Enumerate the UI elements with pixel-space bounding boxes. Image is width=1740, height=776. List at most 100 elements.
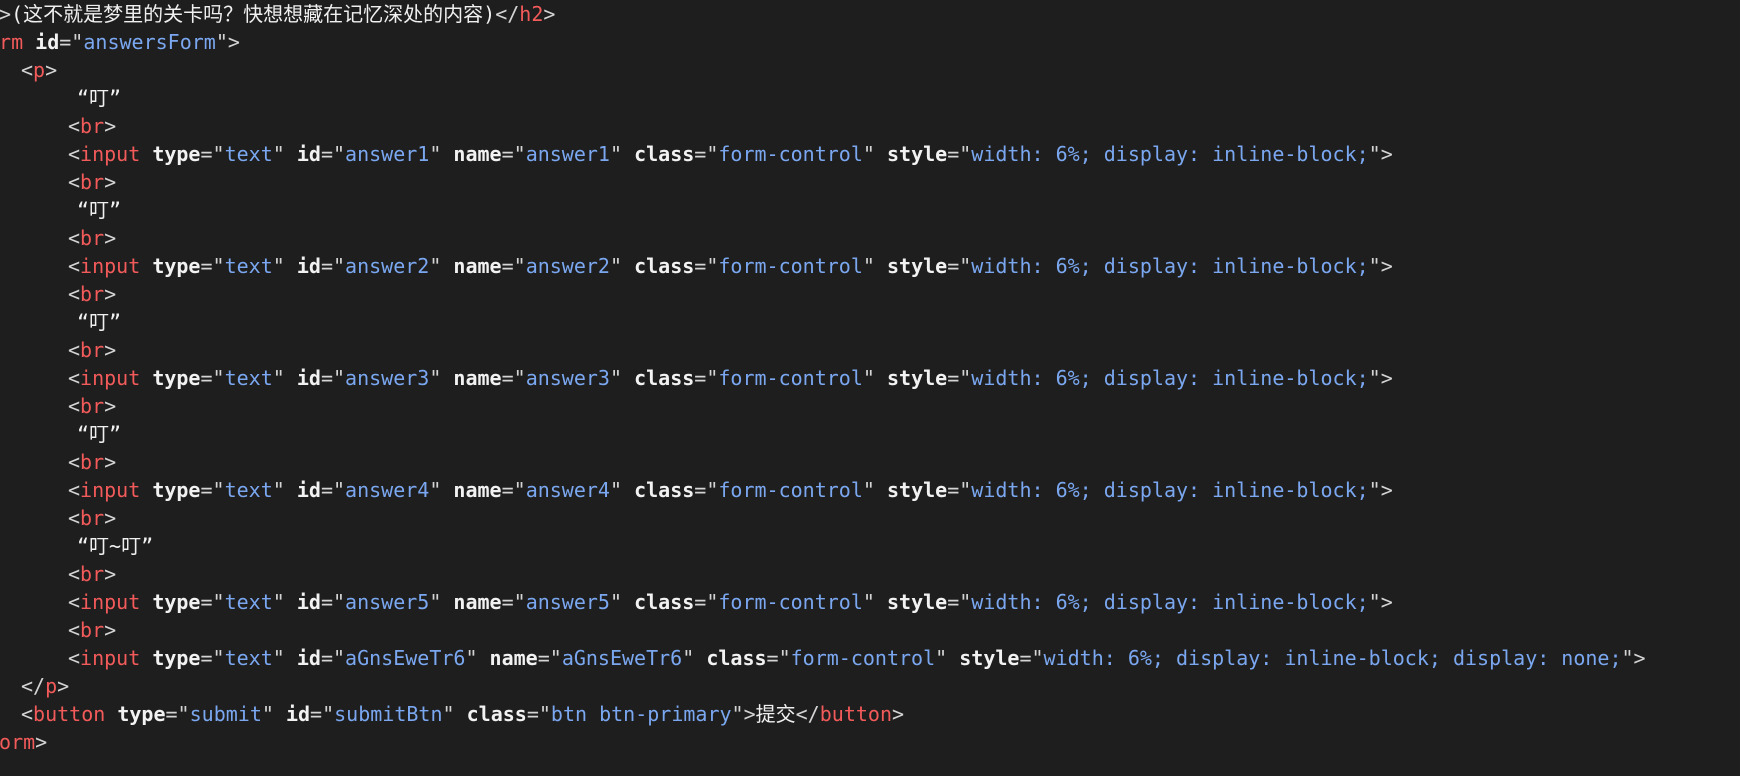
code-line-prompt: “叮” — [0, 308, 1740, 336]
input-id-value: answer5 — [345, 590, 430, 614]
attr-type: type — [152, 590, 201, 614]
attr-style: style — [886, 254, 948, 278]
attr-style: style — [886, 478, 948, 502]
br-tag-name: br — [80, 562, 105, 586]
input-name-value: answer1 — [525, 142, 610, 166]
code-line-p-close: </p> — [21, 674, 70, 698]
input-tag-name: input — [80, 478, 141, 502]
attr-class: class — [634, 478, 695, 502]
code-line-prompt: “叮~叮” — [0, 532, 1740, 560]
input-tag-name: input — [80, 646, 141, 670]
code-line-p-open: <p> — [21, 58, 58, 82]
form-id-attr: id — [35, 30, 60, 54]
attr-style: style — [886, 590, 948, 614]
code-line-form-open: orm id="answersForm"> — [0, 28, 1740, 56]
br-tag-name: br — [80, 226, 105, 250]
br-tag-name: br — [80, 338, 105, 362]
input-tag-name: input — [80, 142, 141, 166]
code-line-prompt: “叮” — [0, 84, 1740, 112]
input-style-value: width: 6%; display: inline-block; — [971, 254, 1369, 278]
prompt-text: “叮~叮” — [77, 534, 154, 558]
attr-class: class — [634, 590, 695, 614]
input-type-value: text — [224, 366, 273, 390]
code-line-br: <br> — [68, 394, 117, 418]
br-tag-name: br — [80, 282, 105, 306]
attr-id: id — [296, 646, 321, 670]
question-blocks: “叮” <br> <input type="text" id="answer1" n… — [0, 84, 1740, 644]
code-line-br: <br> — [68, 114, 117, 138]
attr-style: style — [886, 366, 948, 390]
input-name-value: answer5 — [525, 590, 610, 614]
br-tag-name: br — [80, 618, 105, 642]
prompt-text: “叮” — [77, 310, 122, 334]
code-line-prompt: “叮” — [0, 420, 1740, 448]
hidden-input-name-value: aGnsEweTr6 — [561, 646, 683, 670]
attr-name: name — [453, 590, 502, 614]
p-close-tag-name: p — [45, 674, 58, 698]
input-id-value: answer1 — [345, 142, 430, 166]
input-tag-name: input — [80, 254, 141, 278]
input-class-value: form-control — [718, 142, 863, 166]
input-class-value: form-control — [718, 366, 863, 390]
button-open-tag-name: button — [33, 702, 106, 726]
attr-type: type — [152, 254, 201, 278]
code-line-h2: 2>(这不就是梦里的关卡吗？快想想藏在记忆深处的内容)</h2> — [0, 2, 556, 26]
h2-text: (这不就是梦里的关卡吗？快想想藏在记忆深处的内容) — [11, 2, 496, 26]
code-line-prompt: “叮” — [0, 196, 1740, 224]
input-style-value: width: 6%; display: inline-block; — [971, 366, 1369, 390]
code-block: 2>(这不就是梦里的关卡吗？快想想藏在记忆深处的内容)</h2> orm id=… — [0, 0, 1740, 756]
code-line-br: <br> — [68, 282, 117, 306]
input-name-value: answer2 — [525, 254, 610, 278]
attr-id: id — [296, 254, 321, 278]
attr-id: id — [296, 142, 321, 166]
attr-type: type — [152, 366, 201, 390]
form-id-value: answersForm — [83, 30, 216, 54]
code-line-form-close: form> — [0, 728, 1740, 756]
hidden-input-type-value: text — [224, 646, 273, 670]
code-line-br: <br> — [68, 338, 117, 362]
form-close-tag-name: form — [0, 730, 36, 754]
attr-class: class — [706, 646, 767, 670]
prompt-text: “叮” — [77, 422, 122, 446]
attr-class: class — [634, 142, 695, 166]
input-style-value: width: 6%; display: inline-block; — [971, 590, 1369, 614]
code-line-input: <input type="text" id="answer5" name="an… — [68, 590, 1393, 614]
input-id-value: answer2 — [345, 254, 430, 278]
br-tag-name: br — [80, 450, 105, 474]
br-tag-name: br — [80, 170, 105, 194]
form-open-tag-name: orm — [0, 30, 24, 54]
attr-style: style — [886, 142, 948, 166]
attr-name: name — [489, 646, 538, 670]
prompt-text: “叮” — [77, 198, 122, 222]
hidden-input-id-value: aGnsEweTr6 — [345, 646, 466, 670]
p-open-tag-name: p — [33, 58, 46, 82]
button-type-value: submit — [189, 702, 262, 726]
code-line-br: <br> — [68, 618, 117, 642]
input-type-value: text — [224, 590, 273, 614]
code-line-input: <input type="text" id="answer2" name="an… — [68, 254, 1393, 278]
input-class-value: form-control — [718, 590, 863, 614]
input-tag-name: input — [80, 590, 141, 614]
input-type-value: text — [224, 478, 273, 502]
attr-type: type — [152, 646, 201, 670]
input-style-value: width: 6%; display: inline-block; — [971, 478, 1369, 502]
code-line-br: <br> — [68, 170, 117, 194]
button-id-value: submitBtn — [334, 702, 443, 726]
attr-id: id — [296, 590, 321, 614]
html-source-viewer: 2>(这不就是梦里的关卡吗？快想想藏在记忆深处的内容)</h2> orm id=… — [0, 0, 1740, 776]
code-line-br: <br> — [68, 450, 117, 474]
attr-id: id — [296, 478, 321, 502]
attr-name: name — [453, 478, 502, 502]
hidden-input-class-value: form-control — [790, 646, 936, 670]
input-style-value: width: 6%; display: inline-block; — [971, 142, 1369, 166]
br-tag-name: br — [80, 394, 105, 418]
attr-name: name — [453, 142, 502, 166]
code-line-br: <br> — [68, 226, 117, 250]
code-line-input: <input type="text" id="answer1" name="an… — [68, 142, 1393, 166]
prompt-text: “叮” — [77, 86, 122, 110]
attr-class: class — [634, 366, 695, 390]
attr-class: class — [634, 254, 695, 278]
attr-id: id — [296, 366, 321, 390]
input-id-value: answer3 — [345, 366, 430, 390]
attr-style: style — [959, 646, 1020, 670]
